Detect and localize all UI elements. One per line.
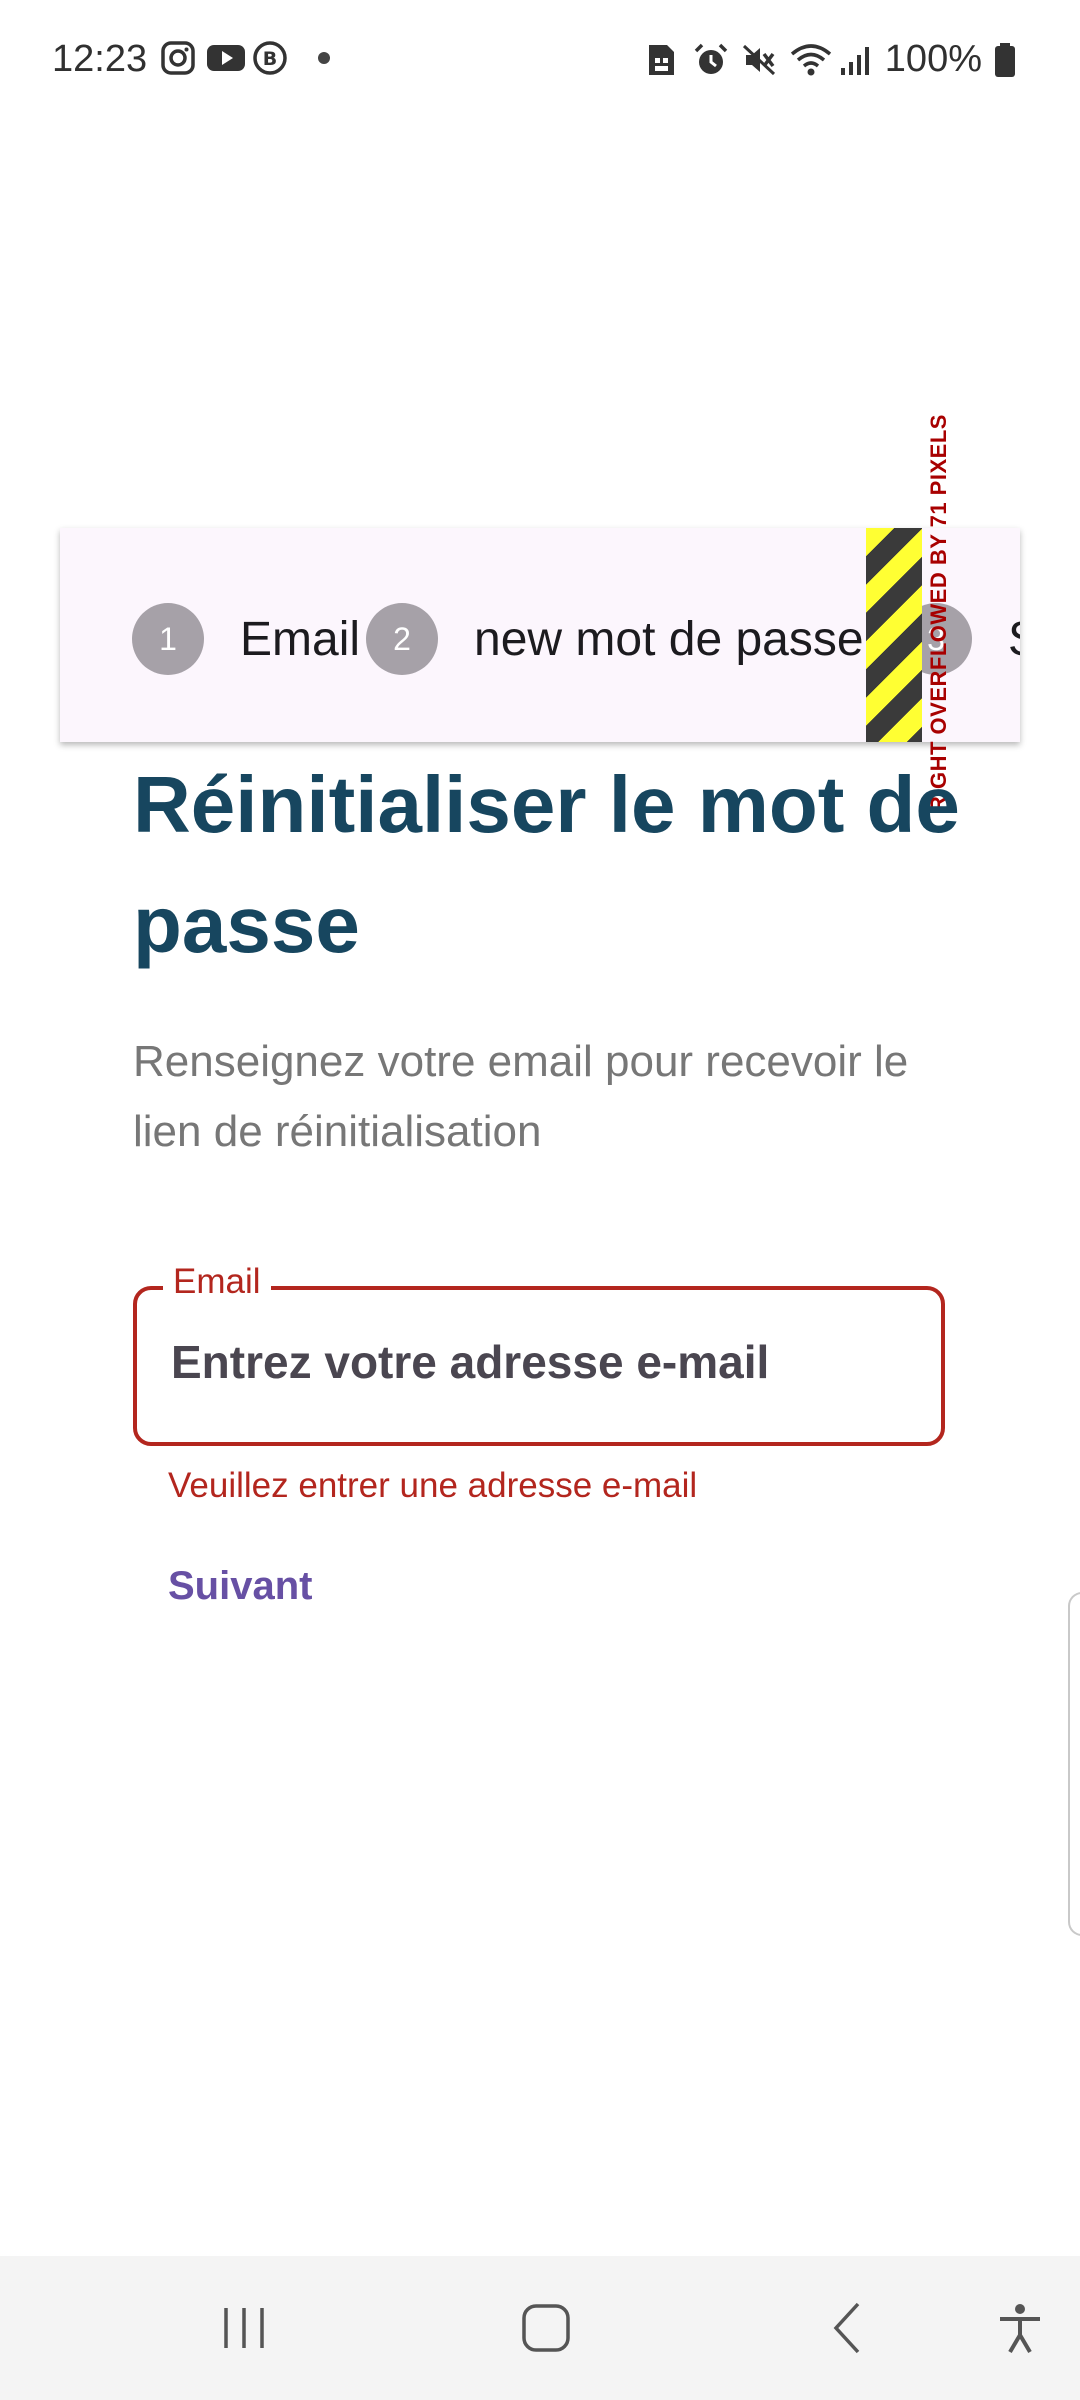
navigation-bar: [0, 2256, 1080, 2400]
instagram-icon: [160, 40, 196, 76]
email-error-text: Veuillez entrer une adresse e-mail: [168, 1466, 698, 1505]
signal-icon: [837, 42, 873, 78]
youtube-icon: [206, 40, 245, 76]
status-time: 12:23: [52, 38, 148, 80]
step-email[interactable]: 1 Email: [132, 603, 360, 675]
mute-icon: [741, 42, 777, 78]
edge-panel-handle[interactable]: [1068, 1592, 1080, 1936]
step-number: 2: [366, 603, 438, 675]
step-number: 1: [132, 603, 204, 675]
system-icons: 100%: [645, 38, 1030, 81]
page-subtitle: Renseignez votre email pour recevoir le …: [133, 1037, 909, 1156]
sim-icon: [645, 42, 681, 78]
recent-apps-icon[interactable]: [212, 2296, 276, 2360]
notification-icons: B: [160, 40, 330, 76]
email-label: Email: [163, 1262, 271, 1302]
svg-text:B: B: [263, 48, 277, 70]
back-icon[interactable]: [816, 2296, 880, 2360]
step-label: Suc: [1008, 612, 1020, 667]
step-label: new mot de passe: [474, 612, 864, 666]
battery-percent: 100%: [884, 38, 982, 80]
dot-icon: [318, 52, 330, 64]
accessibility-icon[interactable]: [988, 2296, 1052, 2360]
screen: 12:23 B 100% 1 Email 2 new mot de passe …: [0, 0, 1080, 2400]
overflow-warning-stripes: [866, 528, 922, 742]
email-input[interactable]: [169, 1334, 913, 1390]
home-icon[interactable]: [514, 2296, 578, 2360]
next-button[interactable]: Suivant: [150, 1556, 330, 1617]
page-title: Réinitialiser le mot de passe: [133, 760, 960, 969]
step-label: Email: [240, 612, 361, 666]
email-field[interactable]: Email: [133, 1262, 945, 1446]
stepper: 1 Email 2 new mot de passe 3 Suc: [60, 528, 1020, 742]
b-icon: B: [252, 40, 288, 76]
wifi-icon: [789, 42, 831, 78]
alarm-icon: [693, 42, 729, 78]
status-bar: 12:23 B 100%: [0, 0, 1080, 125]
step-new-password[interactable]: 2 new mot de passe: [366, 603, 864, 675]
battery-icon: [994, 42, 1030, 78]
